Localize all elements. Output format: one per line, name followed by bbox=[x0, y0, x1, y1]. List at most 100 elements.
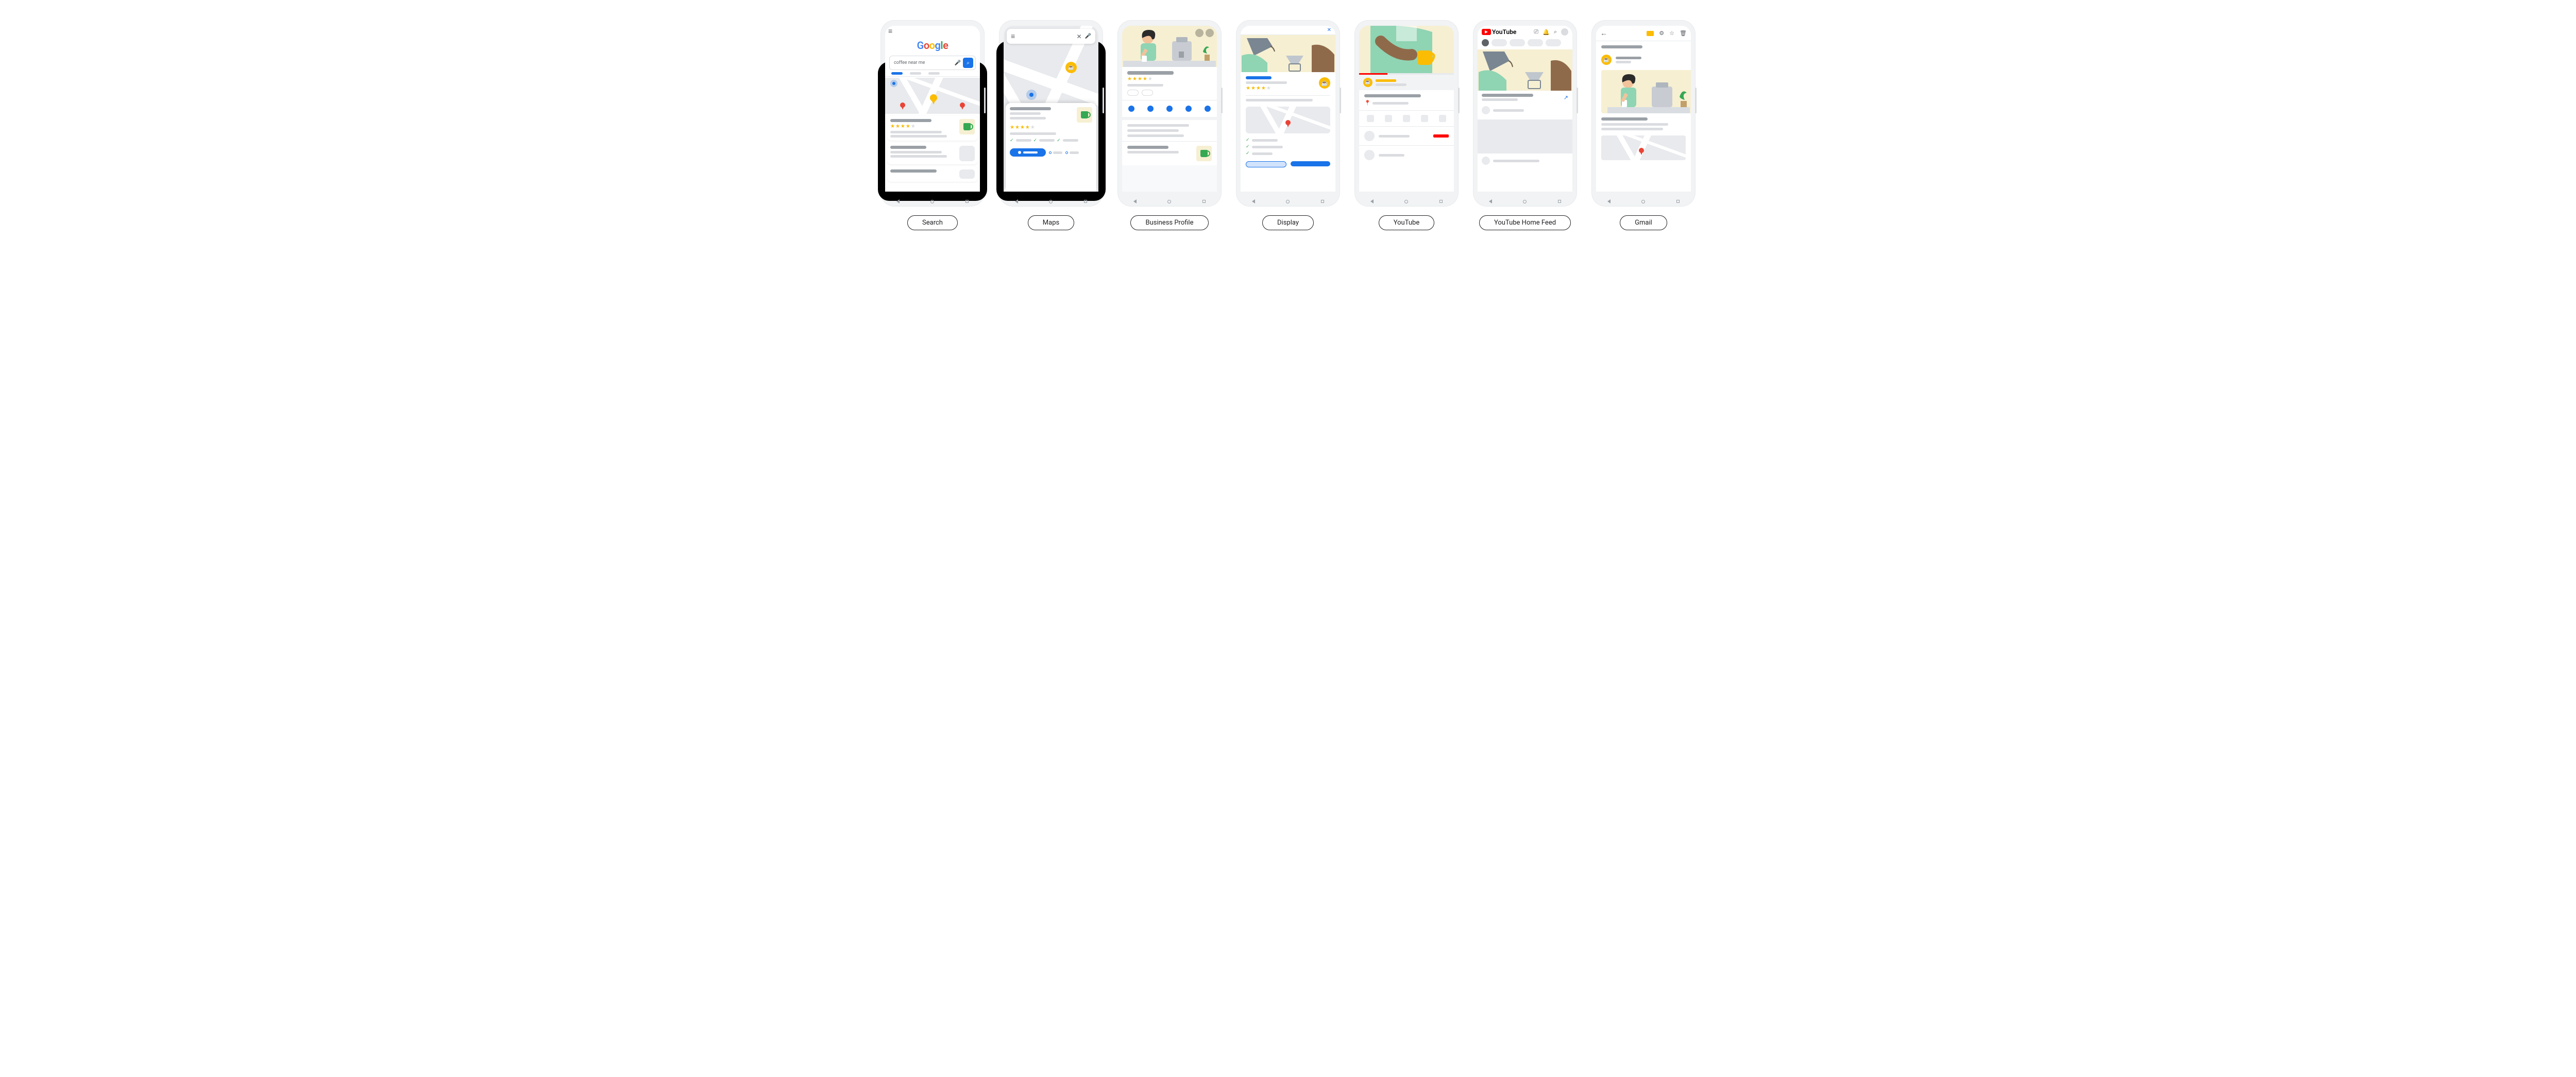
filter-chip[interactable] bbox=[1528, 39, 1543, 46]
video-action-icon[interactable] bbox=[1421, 115, 1428, 122]
check-icon: ✓ bbox=[1246, 144, 1250, 149]
col-youtube-home-feed: YouTube ⎚ 🔔 ⌕ bbox=[1473, 21, 1577, 230]
location-pin-icon: 📍 bbox=[1364, 100, 1370, 106]
phone-display: ✕ bbox=[1236, 21, 1340, 206]
filter-chip[interactable] bbox=[1492, 39, 1507, 46]
rating-stars: ★★★★★ bbox=[1127, 76, 1212, 82]
mini-map[interactable] bbox=[1246, 107, 1330, 133]
coffee-mug-icon bbox=[959, 119, 975, 134]
archive-icon[interactable] bbox=[1647, 31, 1654, 36]
rating-stars: ★★★★★ bbox=[1246, 86, 1330, 91]
action-button[interactable] bbox=[1166, 106, 1173, 112]
menu-icon[interactable]: ≡ bbox=[888, 28, 892, 35]
android-navbar bbox=[1473, 197, 1577, 206]
label-business-profile: Business Profile bbox=[1130, 215, 1208, 230]
action-button[interactable] bbox=[1185, 106, 1192, 112]
search-result-card[interactable] bbox=[887, 143, 978, 164]
video-action-icon[interactable] bbox=[1439, 115, 1446, 122]
coffee-badge-icon: ☕ bbox=[1363, 78, 1372, 87]
action-chip[interactable] bbox=[1049, 151, 1062, 154]
search-icon[interactable]: ⌕ bbox=[1554, 28, 1557, 36]
feed-video-thumbnail[interactable] bbox=[1478, 119, 1572, 153]
feed-video-thumbnail[interactable] bbox=[1478, 49, 1572, 91]
check-icon: ✓ bbox=[1246, 138, 1250, 143]
col-gmail: ← ⚙ ☆ 🗑 ☕ bbox=[1592, 21, 1695, 230]
filter-chip[interactable] bbox=[1510, 39, 1525, 46]
col-maps: ≡ ✕ 🎤 ☕ bbox=[999, 21, 1103, 230]
video-player-illustration[interactable] bbox=[1359, 26, 1454, 73]
action-button[interactable] bbox=[1147, 106, 1154, 112]
hero-illustration-barista bbox=[1122, 26, 1217, 67]
label-maps: Maps bbox=[1028, 215, 1074, 230]
search-result-card[interactable]: ★★★★★ bbox=[887, 116, 978, 141]
rating-stars: ★★★★★ bbox=[1010, 125, 1092, 130]
android-navbar bbox=[1355, 197, 1458, 206]
android-navbar bbox=[881, 197, 984, 206]
label-youtube-home-feed: YouTube Home Feed bbox=[1479, 215, 1571, 230]
rating-stars: ★★★★★ bbox=[890, 124, 955, 129]
local-map[interactable] bbox=[885, 78, 980, 114]
action-circle-icon[interactable] bbox=[1206, 29, 1214, 37]
col-youtube: ☕ 📍 bbox=[1355, 21, 1458, 230]
clear-icon[interactable]: ✕ bbox=[1076, 33, 1081, 40]
action-circle-icon[interactable] bbox=[1195, 29, 1204, 37]
primary-button[interactable] bbox=[1291, 161, 1330, 166]
mic-icon[interactable]: 🎤 bbox=[955, 60, 961, 66]
label-gmail: Gmail bbox=[1620, 215, 1667, 230]
phone-business-profile: ★★★★★ bbox=[1118, 21, 1221, 206]
action-chip[interactable] bbox=[1065, 151, 1079, 154]
col-business-profile: ★★★★★ bbox=[1118, 21, 1221, 230]
subscribe-button[interactable] bbox=[1433, 134, 1449, 138]
close-icon[interactable]: ✕ bbox=[1327, 27, 1331, 33]
youtube-logo: YouTube bbox=[1482, 28, 1516, 36]
filter-chip[interactable] bbox=[1482, 39, 1489, 46]
cast-icon[interactable]: ⎚ bbox=[1534, 28, 1538, 36]
check-icon: ✓ bbox=[1010, 138, 1014, 143]
android-navbar bbox=[1118, 197, 1221, 206]
delete-icon[interactable]: 🗑 bbox=[1680, 30, 1687, 37]
menu-icon[interactable]: ≡ bbox=[1011, 32, 1015, 41]
phone-search: ≡ Google coffee near me 🎤 ⌕ bbox=[881, 21, 984, 206]
notifications-icon[interactable]: 🔔 bbox=[1543, 29, 1550, 36]
check-icon: ✓ bbox=[1033, 138, 1038, 143]
search-input[interactable]: coffee near me bbox=[894, 60, 953, 65]
back-icon[interactable]: ← bbox=[1600, 29, 1607, 38]
star-icon[interactable]: ☆ bbox=[1669, 30, 1674, 37]
settings-icon[interactable]: ⚙ bbox=[1659, 30, 1664, 37]
map-coffee-pin[interactable]: ☕ bbox=[1065, 62, 1077, 73]
directions-button[interactable] bbox=[1010, 148, 1046, 157]
sender-avatar: ☕ bbox=[1601, 55, 1612, 65]
video-action-icon[interactable] bbox=[1403, 115, 1410, 122]
android-navbar bbox=[999, 197, 1103, 206]
col-display: ✕ bbox=[1236, 21, 1340, 230]
secondary-button[interactable] bbox=[1246, 161, 1286, 167]
action-button[interactable] bbox=[1128, 106, 1134, 112]
hero-illustration-pourover bbox=[1241, 35, 1335, 72]
google-logo: Google bbox=[885, 37, 980, 54]
action-button[interactable] bbox=[1205, 106, 1211, 112]
video-action-icon[interactable] bbox=[1385, 115, 1392, 122]
search-button[interactable]: ⌕ bbox=[963, 58, 973, 68]
tag-pill[interactable] bbox=[1142, 90, 1153, 96]
tag-pill[interactable] bbox=[1127, 90, 1139, 96]
video-action-icon[interactable] bbox=[1367, 115, 1374, 122]
label-display: Display bbox=[1262, 215, 1314, 230]
search-result-card[interactable] bbox=[887, 166, 978, 182]
filter-chip[interactable] bbox=[1546, 39, 1561, 46]
col-search: ≡ Google coffee near me 🎤 ⌕ bbox=[881, 21, 984, 230]
android-navbar bbox=[1236, 197, 1340, 206]
email-hero-illustration bbox=[1601, 70, 1691, 113]
android-navbar bbox=[1592, 197, 1695, 206]
coffee-mug-icon bbox=[1077, 107, 1092, 123]
phone-maps: ≡ ✕ 🎤 ☕ bbox=[999, 21, 1103, 206]
mic-icon[interactable]: 🎤 bbox=[1085, 33, 1091, 39]
coffee-badge-icon: ☕ bbox=[1319, 77, 1330, 89]
phone-mockup-row: ≡ Google coffee near me 🎤 ⌕ bbox=[10, 21, 2566, 230]
phone-youtube-home-feed: YouTube ⎚ 🔔 ⌕ bbox=[1473, 21, 1577, 206]
avatar-icon[interactable] bbox=[1561, 28, 1568, 36]
phone-youtube: ☕ 📍 bbox=[1355, 21, 1458, 206]
check-icon: ✓ bbox=[1057, 138, 1061, 143]
label-search: Search bbox=[907, 215, 958, 230]
open-link-icon[interactable]: ↗ bbox=[1564, 94, 1568, 101]
email-mini-map[interactable] bbox=[1601, 135, 1686, 160]
